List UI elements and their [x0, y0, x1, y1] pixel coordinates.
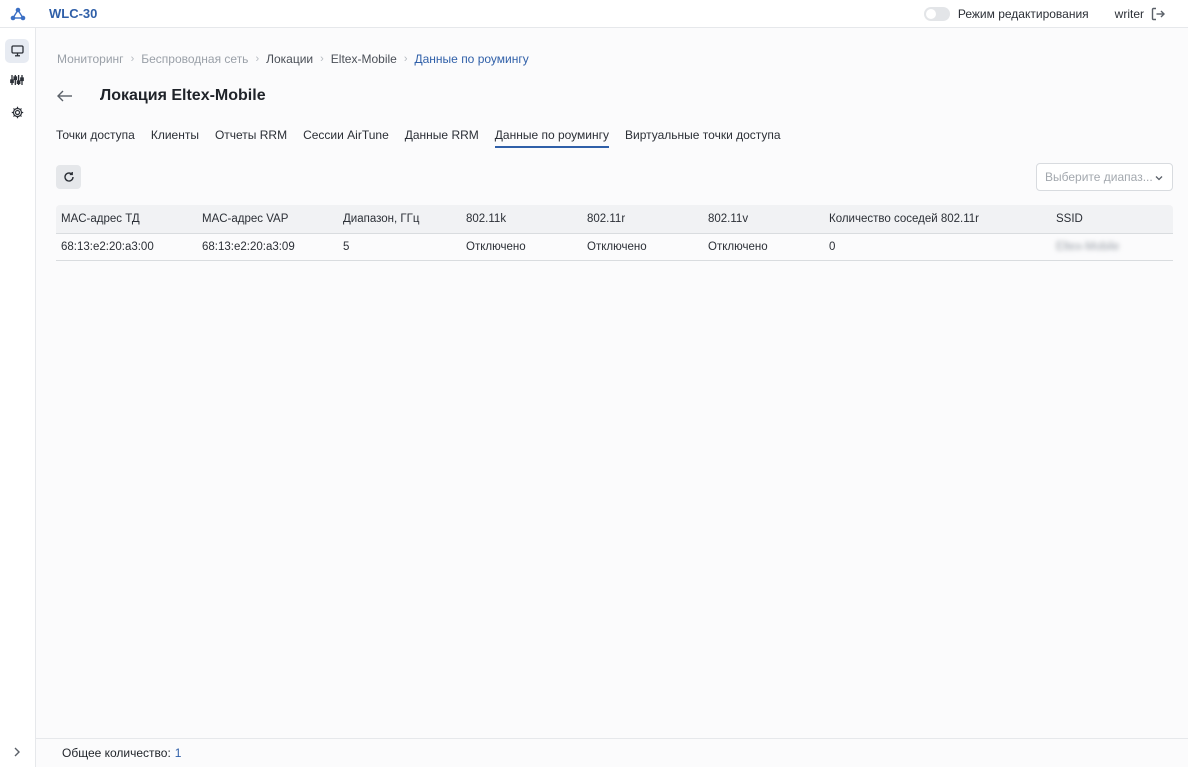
table-header: MAC-адрес ТД MAC-адрес VAP Диапазон, ГГц… [56, 205, 1173, 234]
cell-neighbors: 0 [829, 241, 836, 253]
breadcrumb-monitoring[interactable]: Мониторинг [57, 52, 124, 66]
sidebar-item-settings-sliders[interactable] [5, 68, 29, 92]
tab-bar: Точки доступа Клиенты Отчеты RRM Сессии … [56, 128, 797, 148]
top-bar: WLC-30 Режим редактирования writer [0, 0, 1188, 28]
table-footer: Общее количество: 1 [36, 738, 1188, 767]
cell-80211k: Отключено [466, 241, 526, 253]
breadcrumb-location[interactable]: Eltex-Mobile [331, 52, 397, 66]
column-header-ap-mac[interactable]: MAC-адрес ТД [61, 205, 140, 233]
sidebar-item-monitoring[interactable] [5, 39, 29, 63]
cell-ssid: Eltex-Mobile [1056, 241, 1120, 253]
column-header-vap-mac[interactable]: MAC-адрес VAP [202, 205, 288, 233]
cell-80211v: Отключено [708, 241, 768, 253]
column-header-80211r[interactable]: 802.11r [587, 205, 625, 233]
username: writer [1114, 7, 1144, 21]
cell-ap-mac: 68:13:e2:20:a3:00 [61, 241, 154, 253]
column-header-80211k[interactable]: 802.11k [466, 205, 506, 233]
chevron-right-icon[interactable] [10, 745, 24, 759]
breadcrumb-separator: › [320, 53, 324, 65]
roaming-table: MAC-адрес ТД MAC-адрес VAP Диапазон, ГГц… [56, 205, 1173, 261]
cell-80211r: Отключено [587, 241, 647, 253]
logout-icon[interactable] [1150, 6, 1166, 22]
toggle-knob [925, 9, 936, 19]
main-content: Мониторинг › Беспроводная сеть › Локации… [36, 28, 1188, 767]
tab-rrm-data[interactable]: Данные RRM [405, 128, 479, 148]
breadcrumb-wireless[interactable]: Беспроводная сеть [141, 52, 248, 66]
column-header-band[interactable]: Диапазон, ГГц [343, 205, 419, 233]
range-select[interactable]: Выберите диапаз... [1036, 163, 1173, 191]
gear-icon [11, 106, 24, 119]
table-row[interactable]: 68:13:e2:20:a3:00 68:13:e2:20:a3:09 5 От… [56, 234, 1173, 261]
tab-rrm-reports[interactable]: Отчеты RRM [215, 128, 287, 148]
tab-clients[interactable]: Клиенты [151, 128, 199, 148]
column-header-ssid[interactable]: SSID [1056, 205, 1083, 233]
cell-vap-mac: 68:13:e2:20:a3:09 [202, 241, 295, 253]
sidebar [0, 28, 36, 767]
page-title: Локация Eltex-Mobile [100, 87, 266, 104]
app-title[interactable]: WLC-30 [49, 6, 97, 21]
sidebar-item-system-settings[interactable] [5, 100, 29, 124]
column-header-neighbors[interactable]: Количество соседей 802.11r [829, 205, 979, 233]
refresh-button[interactable] [56, 165, 81, 189]
breadcrumb-separator: › [255, 53, 260, 65]
monitor-icon [10, 45, 24, 57]
chevron-down-icon [1154, 173, 1164, 183]
breadcrumb-locations[interactable]: Локации [266, 52, 313, 66]
breadcrumb-separator: › [130, 53, 135, 65]
network-nodes-icon[interactable] [0, 0, 36, 28]
tab-virtual-access-points[interactable]: Виртуальные точки доступа [625, 128, 781, 148]
total-count-label: Общее количество: [62, 746, 171, 760]
tab-roaming-data[interactable]: Данные по роумингу [494, 128, 609, 148]
total-count-value: 1 [174, 746, 182, 760]
tab-access-points[interactable]: Точки доступа [56, 128, 135, 148]
column-header-80211v[interactable]: 802.11v [708, 205, 748, 233]
breadcrumb-current: Данные по роумингу [414, 52, 529, 66]
range-select-placeholder: Выберите диапаз... [1045, 170, 1153, 184]
edit-mode-label: Режим редактирования [957, 7, 1089, 21]
back-arrow-icon[interactable] [56, 88, 74, 104]
breadcrumb-separator: › [403, 53, 408, 65]
breadcrumb: Мониторинг › Беспроводная сеть › Локации… [57, 52, 529, 66]
cell-band: 5 [343, 241, 350, 253]
sliders-icon [10, 74, 24, 86]
refresh-icon [63, 171, 75, 183]
tab-airtune-sessions[interactable]: Сессии AirTune [303, 128, 389, 148]
edit-mode-toggle[interactable] [923, 7, 950, 21]
